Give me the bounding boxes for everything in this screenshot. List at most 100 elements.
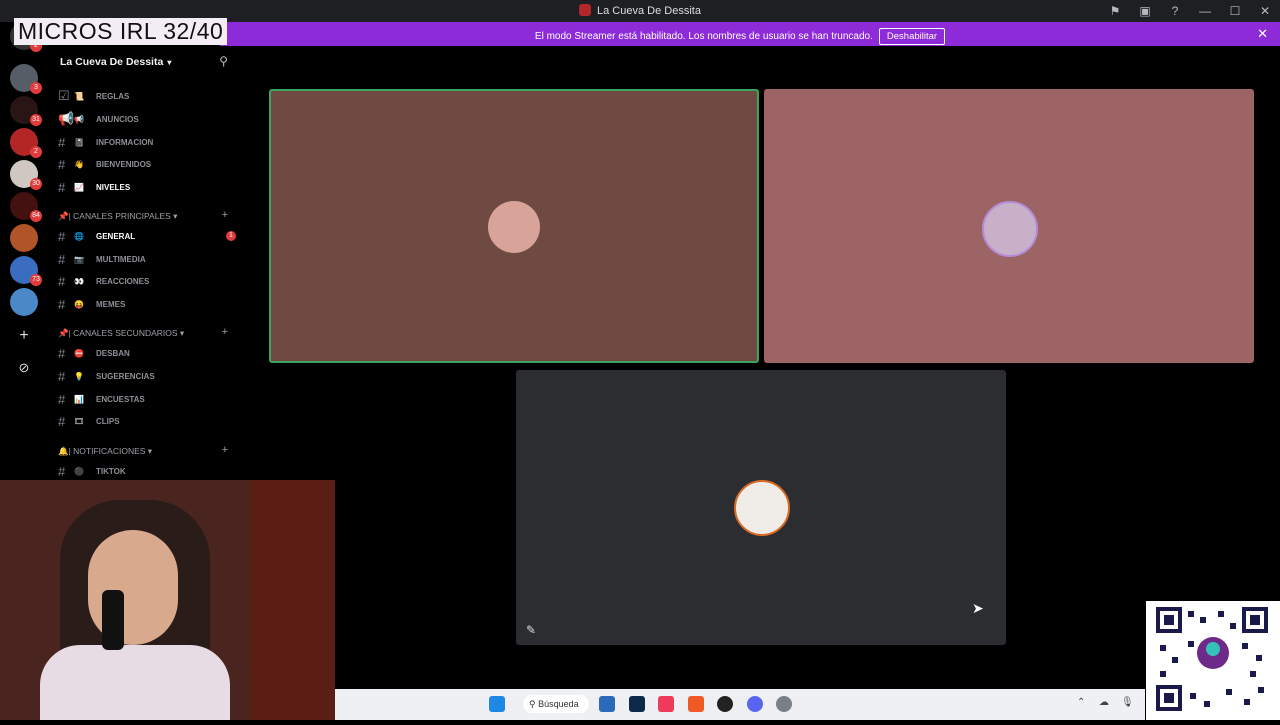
server-icon[interactable] <box>10 288 38 316</box>
server-icon[interactable]: 73 <box>10 256 42 286</box>
participant-tile[interactable] <box>764 89 1254 363</box>
channel-item[interactable]: # 📓 INFORMACION <box>58 133 238 151</box>
settings-icon[interactable] <box>776 696 792 712</box>
channel-item[interactable]: # ⚫ TIKTOK <box>58 462 238 480</box>
window-title: La Cueva De Dessita <box>0 4 1280 17</box>
close-icon[interactable]: ✕ <box>1257 26 1268 42</box>
hash-icon: # <box>58 273 66 289</box>
store-icon[interactable] <box>599 696 615 712</box>
mic-icon[interactable]: 🎙 <box>1121 697 1134 708</box>
channel-item[interactable]: # 📈 NIVELES <box>58 178 238 196</box>
avatar <box>982 201 1038 257</box>
emoji-icon: ⚫ <box>74 466 84 476</box>
emoji-icon: 🎞 <box>74 416 85 426</box>
server-logo-icon <box>579 4 592 16</box>
microphone <box>102 590 124 650</box>
channel-item[interactable]: # 💡 SUGERENCIAS <box>58 367 238 385</box>
channel-item[interactable]: # 📷 MULTIMEDIA <box>58 250 238 268</box>
pin-icon: 📌 <box>58 211 69 221</box>
server-icon[interactable]: 31 <box>10 96 42 126</box>
emoji-icon: 📊 <box>74 394 84 404</box>
hash-icon: # <box>58 296 66 312</box>
stream-overlay-text: MICROS IRL 32/40 <box>14 18 228 45</box>
hash-icon: # <box>58 228 66 244</box>
muted-mic-icon: ✎ <box>526 623 537 637</box>
windows-taskbar: ⚲ Búsqueda ⌃ ☁ 🎙 <box>335 689 1145 720</box>
minimize-button[interactable]: — <box>1190 4 1220 18</box>
avatar <box>734 480 790 536</box>
server-icon[interactable]: 84 <box>10 192 42 222</box>
channel-sidebar: La Cueva De Dessita ▾ ⚲ ☑ 📜 REGLAS 📢 📢 ANUNCI… <box>48 46 242 480</box>
hash-icon: # <box>58 251 66 267</box>
category-header[interactable]: 📌| CANALES PRINCIPALES ▾ + <box>58 209 228 225</box>
channel-item[interactable]: ☑ 📜 REGLAS <box>58 87 238 105</box>
server-icon[interactable]: 2 <box>10 128 42 158</box>
hash-icon: # <box>58 413 66 429</box>
pin-icon: 📌 <box>58 328 69 338</box>
emoji-icon: 📜 <box>74 91 84 101</box>
streamer-mode-banner: El modo Streamer está habilitado. Los no… <box>220 22 1280 46</box>
emoji-icon: 👀 <box>74 276 84 286</box>
emoji-icon: 😝 <box>74 299 84 309</box>
maximize-button[interactable]: ☐ <box>1220 4 1250 18</box>
category-header[interactable]: 🔔| NOTIFICACIONES ▾ + <box>58 444 228 460</box>
hash-icon: # <box>58 179 66 195</box>
category-header[interactable]: 📌| CANALES SECUNDARIOS ▾ + <box>58 326 228 342</box>
music-icon[interactable] <box>658 696 674 712</box>
voice-call-stage: ✎ <box>242 46 1280 690</box>
channel-item[interactable]: # 👋 BIENVENIDOS <box>58 155 238 173</box>
hash-icon: # <box>58 368 66 384</box>
photoshop-icon[interactable] <box>629 696 645 712</box>
channel-item[interactable]: # 📊 ENCUESTAS <box>58 390 238 408</box>
rules-icon: ☑ <box>58 88 70 103</box>
discord-icon[interactable] <box>747 696 763 712</box>
participant-tile[interactable] <box>269 89 759 363</box>
cloud-icon[interactable]: ☁ <box>1099 697 1109 708</box>
add-channel-icon[interactable]: + <box>222 326 228 338</box>
obs-icon[interactable] <box>717 696 733 712</box>
server-icon[interactable] <box>10 224 38 252</box>
server-name-header[interactable]: La Cueva De Dessita ▾ <box>60 56 171 68</box>
qr-code-image <box>1146 601 1280 720</box>
flag-icon[interactable]: ⚑ <box>1100 4 1130 18</box>
emoji-icon: 🌐 <box>74 231 84 241</box>
participant-tile[interactable]: ✎ <box>516 370 1006 645</box>
mention-badge: 1 <box>226 231 236 241</box>
close-window-button[interactable]: ✕ <box>1250 4 1280 18</box>
channel-item[interactable]: # 🌐 GENERAL 1 <box>58 227 238 245</box>
emoji-icon: 💡 <box>74 371 84 381</box>
emoji-icon: 📷 <box>74 254 84 264</box>
hash-icon: # <box>58 345 66 361</box>
channel-item[interactable]: # 😝 MEMES <box>58 295 238 313</box>
start-icon[interactable] <box>489 696 505 712</box>
window-controls: ⚑ ▣ ? — ☐ ✕ <box>1100 0 1280 22</box>
chevron-up-icon[interactable]: ⌃ <box>1077 697 1085 708</box>
emoji-icon: 📓 <box>74 137 84 147</box>
webcam-feed <box>0 480 335 720</box>
server-icon[interactable]: 3 <box>10 64 42 94</box>
hash-icon: # <box>58 391 66 407</box>
channel-item[interactable]: # ⛔ DESBAN <box>58 344 238 362</box>
brave-icon[interactable] <box>688 696 704 712</box>
banner-message: El modo Streamer está habilitado. Los no… <box>534 31 873 42</box>
explore-icon[interactable]: ⊘ <box>10 354 38 382</box>
taskbar-search[interactable]: ⚲ Búsqueda <box>523 695 589 713</box>
disable-streamer-button[interactable]: Deshabilitar <box>878 28 946 45</box>
inbox-icon[interactable]: ▣ <box>1130 4 1160 18</box>
channel-item[interactable]: # 🎞 CLIPS <box>58 412 238 430</box>
server-icon[interactable]: 30 <box>10 160 42 190</box>
add-channel-icon[interactable]: + <box>222 444 228 456</box>
help-icon[interactable]: ? <box>1160 4 1190 18</box>
server-list: 2 3 31 2 30 84 73 + ⊘ <box>0 22 48 482</box>
channel-item[interactable]: # 👀 REACCIONES <box>58 272 238 290</box>
chevron-down-icon: ▾ <box>167 58 172 67</box>
add-server-icon[interactable]: + <box>10 322 38 350</box>
search-icon: ⚲ <box>529 699 539 709</box>
channel-item[interactable]: 📢 📢 ANUNCIOS <box>58 110 238 128</box>
emoji-icon: 📢 <box>74 114 84 124</box>
add-channel-icon[interactable]: + <box>222 209 228 221</box>
qr-code-graphic <box>1156 607 1268 711</box>
bell-icon: 🔔 <box>58 446 69 456</box>
invite-icon[interactable]: ⚲ <box>219 54 228 68</box>
person-shirt <box>40 645 230 720</box>
